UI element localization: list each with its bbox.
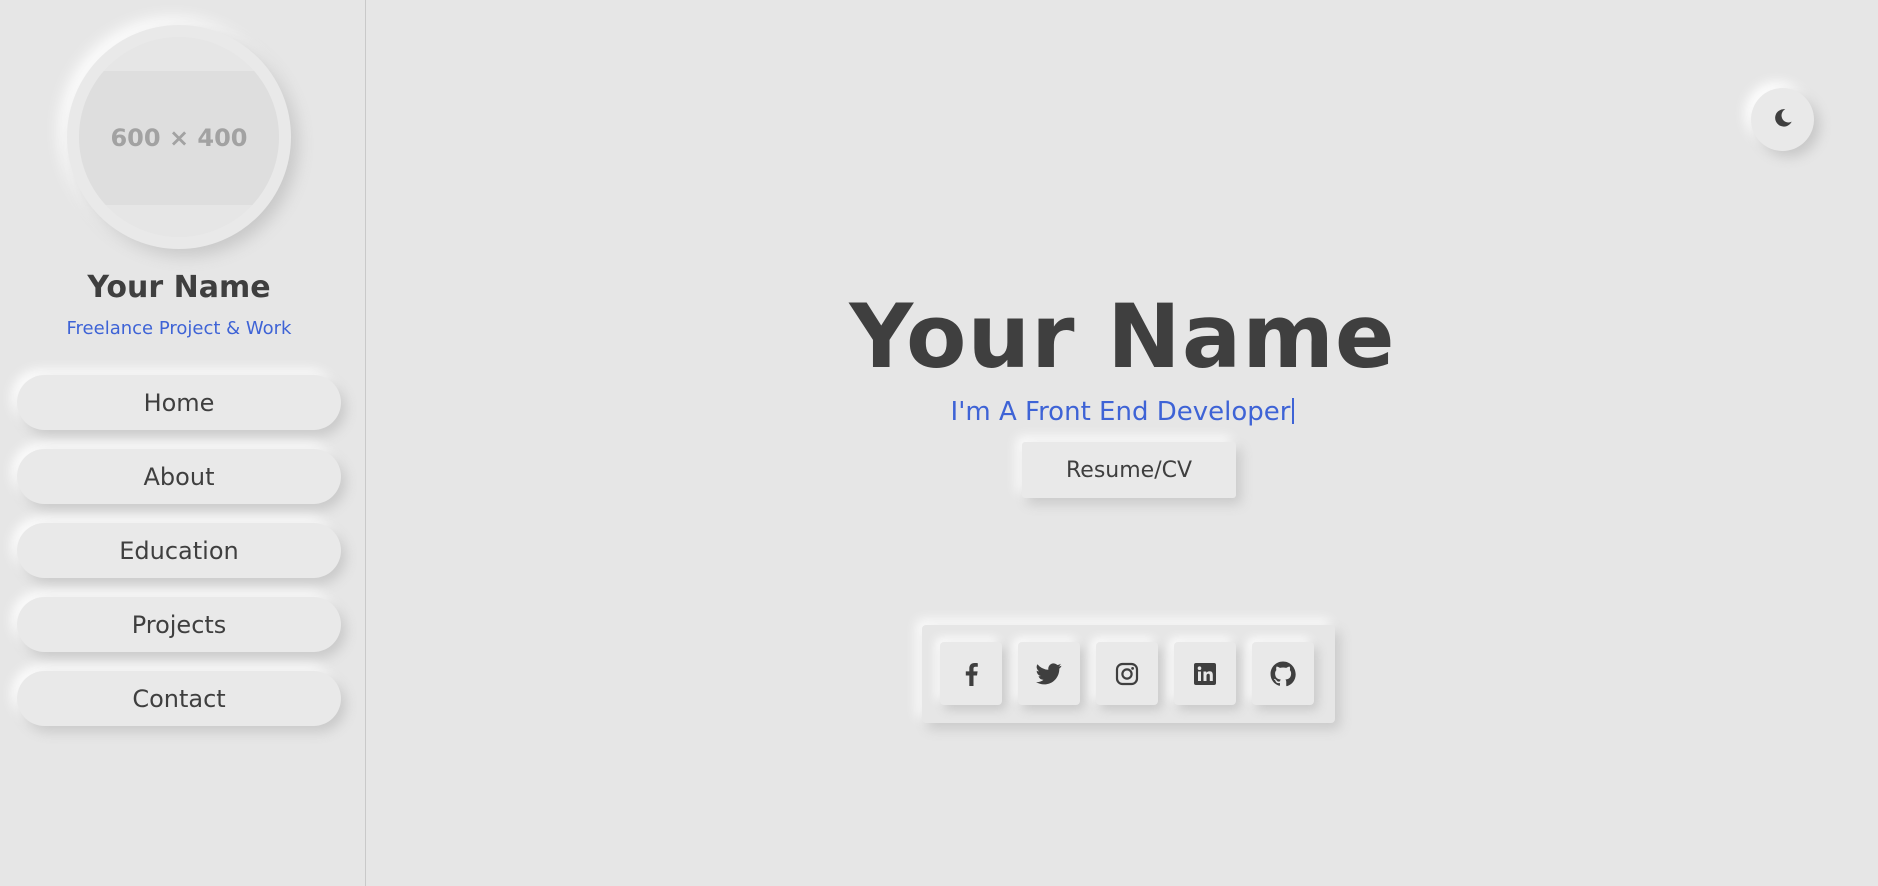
avatar: 600 × 400 (67, 25, 291, 249)
hero: Your Name I'm A Front End Developer (367, 282, 1878, 432)
sidebar-name: Your Name (87, 270, 271, 305)
avatar-image: 600 × 400 (79, 37, 279, 237)
nav-item-home[interactable]: Home (17, 375, 341, 430)
theme-toggle-button[interactable] (1751, 88, 1814, 151)
linkedin-icon (1193, 662, 1217, 686)
nav-item-education[interactable]: Education (17, 523, 341, 578)
github-icon (1270, 661, 1296, 687)
hero-role: I'm A Front End Developer (950, 397, 1291, 427)
github-link[interactable] (1252, 642, 1314, 705)
hero-role-line: I'm A Front End Developer (367, 392, 1878, 432)
nav-item-about[interactable]: About (17, 449, 341, 504)
instagram-link[interactable] (1096, 642, 1158, 705)
twitter-icon (1036, 662, 1062, 685)
instagram-icon (1115, 662, 1139, 686)
resume-button[interactable]: Resume/CV (1022, 442, 1236, 498)
linkedin-link[interactable] (1174, 642, 1236, 705)
sidebar: 600 × 400 Your Name Freelance Project & … (0, 0, 366, 886)
nav-item-contact[interactable]: Contact (17, 671, 341, 726)
hero-name: Your Name (849, 285, 1396, 388)
typing-cursor (1292, 398, 1295, 424)
facebook-icon (963, 662, 979, 686)
moon-icon (1772, 107, 1794, 133)
sidebar-tagline: Freelance Project & Work (66, 318, 292, 339)
social-links (922, 625, 1335, 723)
page: 600 × 400 Your Name Freelance Project & … (0, 0, 1878, 886)
twitter-link[interactable] (1018, 642, 1080, 705)
facebook-link[interactable] (940, 642, 1002, 705)
sidebar-nav: Home About Education Projects Contact (17, 375, 341, 745)
avatar-placeholder-text: 600 × 400 (79, 71, 279, 205)
nav-item-projects[interactable]: Projects (17, 597, 341, 652)
